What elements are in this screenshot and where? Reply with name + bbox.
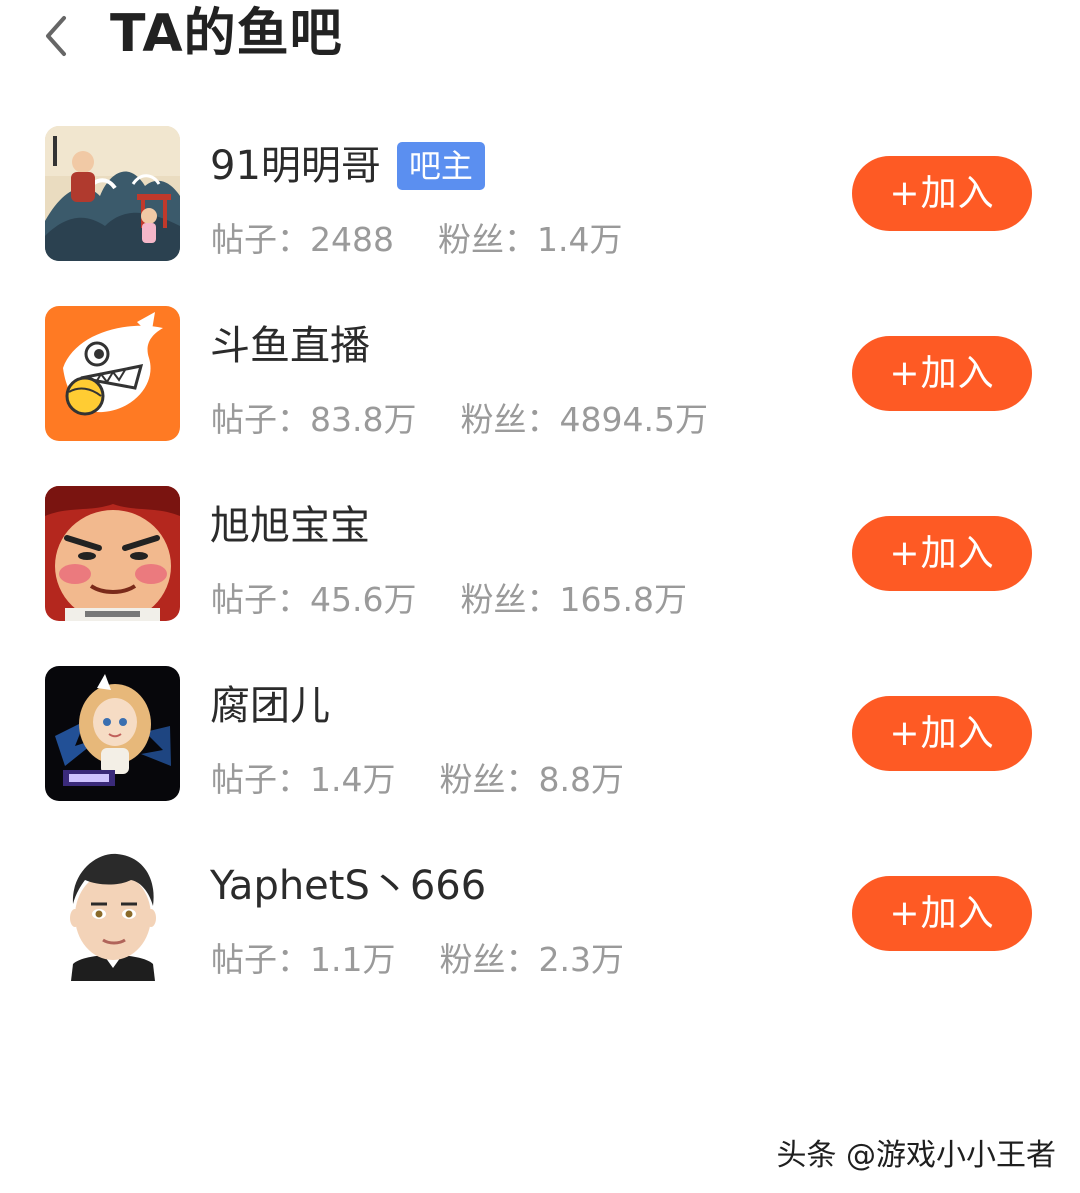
fans-count: 1.4万 [536, 220, 623, 259]
fans-label: 粉丝： [460, 400, 560, 439]
group-stats: 帖子：1.4万 粉丝：8.8万 [211, 758, 624, 802]
group-avatar [45, 126, 180, 261]
group-stats: 帖子：45.6万 粉丝：165.8万 [211, 578, 687, 622]
back-button[interactable] [36, 6, 80, 62]
fans-label: 粉丝： [439, 940, 539, 979]
list-item[interactable]: 斗鱼直播 帖子：83.8万 粉丝：4894.5万 +加入 [0, 306, 1080, 486]
chevron-left-icon [46, 16, 66, 56]
group-name: YaphetS丶666 [210, 863, 487, 909]
group-avatar [45, 666, 180, 801]
join-button[interactable]: +加入 [852, 876, 1032, 951]
header: TA的鱼吧 [0, 0, 1080, 80]
fans-label: 粉丝： [460, 580, 560, 619]
group-name-line: 斗鱼直播 [210, 318, 370, 374]
fans-count: 8.8万 [538, 760, 624, 799]
group-name: 91明明哥 [210, 143, 381, 189]
posts-count: 45.6万 [310, 580, 417, 619]
group-avatar [45, 846, 180, 981]
page-title: TA的鱼吧 [110, 4, 343, 64]
fans-count: 4894.5万 [559, 400, 708, 439]
cartoon-man-image [45, 846, 180, 981]
shark-logo-icon [45, 306, 180, 441]
posts-label: 帖子： [211, 760, 310, 799]
group-avatar [45, 306, 180, 441]
group-name-line: 腐团儿 [210, 678, 330, 734]
posts-label: 帖子： [211, 580, 310, 619]
join-button[interactable]: +加入 [852, 516, 1032, 591]
group-stats: 帖子：83.8万 粉丝：4894.5万 [211, 398, 708, 442]
group-name: 斗鱼直播 [210, 323, 370, 369]
posts-count: 83.8万 [310, 400, 417, 439]
group-name-line: 旭旭宝宝 [210, 498, 370, 554]
posts-count: 2488 [310, 220, 394, 259]
group-stats: 帖子：2488 粉丝：1.4万 [211, 218, 622, 262]
list-item[interactable]: 旭旭宝宝 帖子：45.6万 粉丝：165.8万 +加入 [0, 486, 1080, 666]
posts-label: 帖子： [211, 400, 310, 439]
posts-label: 帖子： [211, 220, 310, 259]
watermark: 头条 @游戏小小王者 [776, 1138, 1056, 1173]
join-button[interactable]: +加入 [852, 156, 1032, 231]
fans-count: 165.8万 [559, 580, 687, 619]
posts-count: 1.1万 [310, 940, 396, 979]
group-name-line: YaphetS丶666 [210, 858, 486, 914]
list-item[interactable]: YaphetS丶666 帖子：1.1万 粉丝：2.3万 +加入 [0, 846, 1080, 1026]
anime-face-image [45, 486, 180, 621]
list-item[interactable]: 腐团儿 帖子：1.4万 粉丝：8.8万 +加入 [0, 666, 1080, 846]
group-stats: 帖子：1.1万 粉丝：2.3万 [211, 938, 624, 982]
group-name: 旭旭宝宝 [210, 503, 370, 549]
posts-label: 帖子： [211, 940, 310, 979]
fans-label: 粉丝： [437, 220, 537, 259]
join-button[interactable]: +加入 [852, 336, 1032, 411]
owner-badge: 吧主 [396, 142, 485, 190]
join-button[interactable]: +加入 [852, 696, 1032, 771]
list-item[interactable]: 91明明哥 吧主 帖子：2488 粉丝：1.4万 +加入 [0, 126, 1080, 306]
wave-artwork-image [45, 126, 180, 261]
group-avatar [45, 486, 180, 621]
group-name-line: 91明明哥 吧主 [210, 138, 485, 194]
fans-count: 2.3万 [538, 940, 624, 979]
fans-label: 粉丝： [439, 760, 539, 799]
chibi-girl-image [45, 666, 180, 801]
posts-count: 1.4万 [310, 760, 396, 799]
group-name: 腐团儿 [210, 683, 330, 729]
